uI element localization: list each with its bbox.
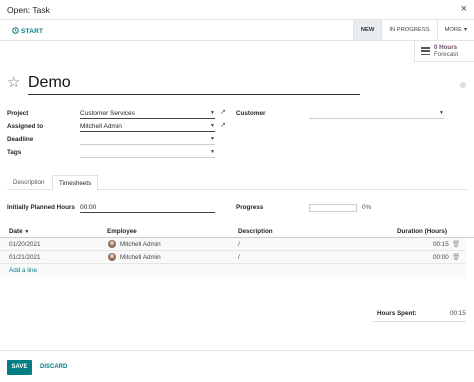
row-description: / bbox=[238, 254, 240, 261]
tab-timesheets[interactable]: Timesheets bbox=[52, 175, 99, 191]
stage-selector: NEW IN PROGRESS MORE ▾ bbox=[352, 20, 474, 40]
sort-down-icon: ▼ bbox=[24, 229, 30, 235]
play-icon bbox=[12, 27, 19, 36]
stage-more-dropdown[interactable]: MORE ▾ bbox=[436, 20, 474, 40]
dialog-footer: SAVE DISCARD bbox=[0, 350, 474, 382]
project-field[interactable]: Customer Services ▼ bbox=[80, 109, 215, 119]
stage-in-progress[interactable]: IN PROGRESS bbox=[381, 20, 436, 40]
assigned-to-value: Mitchell Admin bbox=[80, 123, 122, 130]
hours-spent-value: 00:15 bbox=[450, 310, 466, 317]
row-description: / bbox=[238, 241, 240, 248]
project-value: Customer Services bbox=[80, 110, 135, 117]
column-duration[interactable]: Duration (Hours) bbox=[397, 228, 447, 235]
progress-bar bbox=[309, 204, 357, 212]
caret-down-icon: ▼ bbox=[210, 136, 215, 142]
deadline-label: Deadline bbox=[7, 136, 34, 143]
table-row[interactable]: 01/21/2021 Mitchell Admin / 00:00 🗑 bbox=[0, 251, 466, 264]
dialog-header: Open: Task × bbox=[0, 0, 474, 20]
add-line-link[interactable]: Add a line bbox=[9, 267, 37, 274]
notebook-tabs: Description Timesheets bbox=[7, 175, 467, 191]
deadline-field[interactable]: ▼ bbox=[80, 135, 215, 145]
row-employee: Mitchell Admin bbox=[120, 254, 161, 261]
planned-hours-label: Initially Planned Hours bbox=[7, 204, 75, 211]
trash-icon[interactable]: 🗑 bbox=[452, 240, 460, 248]
start-label: START bbox=[21, 28, 44, 35]
tasks-icon bbox=[421, 47, 430, 55]
row-date: 01/21/2021 bbox=[9, 254, 41, 261]
status-bar: START NEW IN PROGRESS MORE ▾ bbox=[0, 20, 474, 41]
row-duration: 00:15 bbox=[433, 241, 449, 248]
stage-label: NEW bbox=[360, 27, 375, 33]
tab-description[interactable]: Description bbox=[7, 175, 51, 190]
assigned-to-label: Assigned to bbox=[7, 123, 44, 130]
trash-icon[interactable]: 🗑 bbox=[452, 253, 460, 261]
assigned-to-field[interactable]: Mitchell Admin ▼ bbox=[80, 122, 215, 132]
forecast-value: 0 Hours bbox=[434, 43, 458, 51]
dialog-title: Open: Task bbox=[7, 5, 50, 15]
progress-percent: 0% bbox=[362, 204, 372, 211]
planned-hours-input[interactable]: 00:00 bbox=[80, 203, 215, 213]
caret-down-icon: ▼ bbox=[210, 149, 215, 155]
column-description[interactable]: Description bbox=[238, 228, 273, 235]
progress-label: Progress bbox=[236, 204, 264, 211]
caret-down-icon: ▼ bbox=[439, 110, 444, 116]
stage-label: IN PROGRESS bbox=[389, 27, 430, 33]
totals-divider bbox=[373, 321, 466, 322]
star-icon[interactable]: ☆ bbox=[7, 73, 20, 91]
status-dot-icon[interactable] bbox=[460, 82, 466, 88]
external-link-icon[interactable]: ↗ bbox=[220, 108, 226, 116]
avatar bbox=[108, 240, 116, 248]
row-date: 01/20/2021 bbox=[9, 241, 41, 248]
avatar bbox=[108, 253, 116, 261]
row-duration: 00:00 bbox=[433, 254, 449, 261]
close-icon[interactable]: × bbox=[461, 3, 467, 15]
caret-down-icon: ▼ bbox=[210, 123, 215, 129]
save-button[interactable]: SAVE bbox=[7, 360, 32, 375]
add-line-row bbox=[0, 264, 466, 277]
column-employee[interactable]: Employee bbox=[107, 228, 137, 235]
stage-new[interactable]: NEW bbox=[352, 20, 382, 40]
column-date-label: Date bbox=[9, 228, 23, 235]
project-label: Project bbox=[7, 110, 29, 117]
forecast-label: Forecast bbox=[434, 51, 459, 58]
hours-spent-label: Hours Spent: bbox=[377, 310, 417, 317]
chevron-down-icon: ▾ bbox=[463, 27, 467, 33]
row-employee: Mitchell Admin bbox=[120, 241, 161, 248]
table-row[interactable]: 01/20/2021 Mitchell Admin / 00:15 🗑 bbox=[0, 238, 466, 251]
caret-down-icon: ▼ bbox=[210, 110, 215, 116]
customer-label: Customer bbox=[236, 110, 266, 117]
tags-label: Tags bbox=[7, 149, 22, 156]
start-timer-button[interactable]: START bbox=[12, 27, 43, 36]
task-dialog: Open: Task × START NEW IN PROGRESS MORE ▾… bbox=[0, 0, 474, 382]
customer-field[interactable]: ▼ bbox=[309, 109, 444, 119]
discard-button[interactable]: DISCARD bbox=[40, 364, 67, 370]
tags-field[interactable]: ▼ bbox=[80, 148, 215, 158]
task-name-input[interactable]: Demo bbox=[28, 72, 360, 95]
forecast-smart-button[interactable]: 0 Hours Forecast bbox=[414, 41, 474, 62]
external-link-icon[interactable]: ↗ bbox=[220, 121, 226, 129]
column-date[interactable]: Date ▼ bbox=[9, 228, 29, 235]
timesheet-table-header: Date ▼ Employee Description Duration (Ho… bbox=[0, 226, 474, 238]
stage-label: MORE bbox=[444, 27, 462, 33]
